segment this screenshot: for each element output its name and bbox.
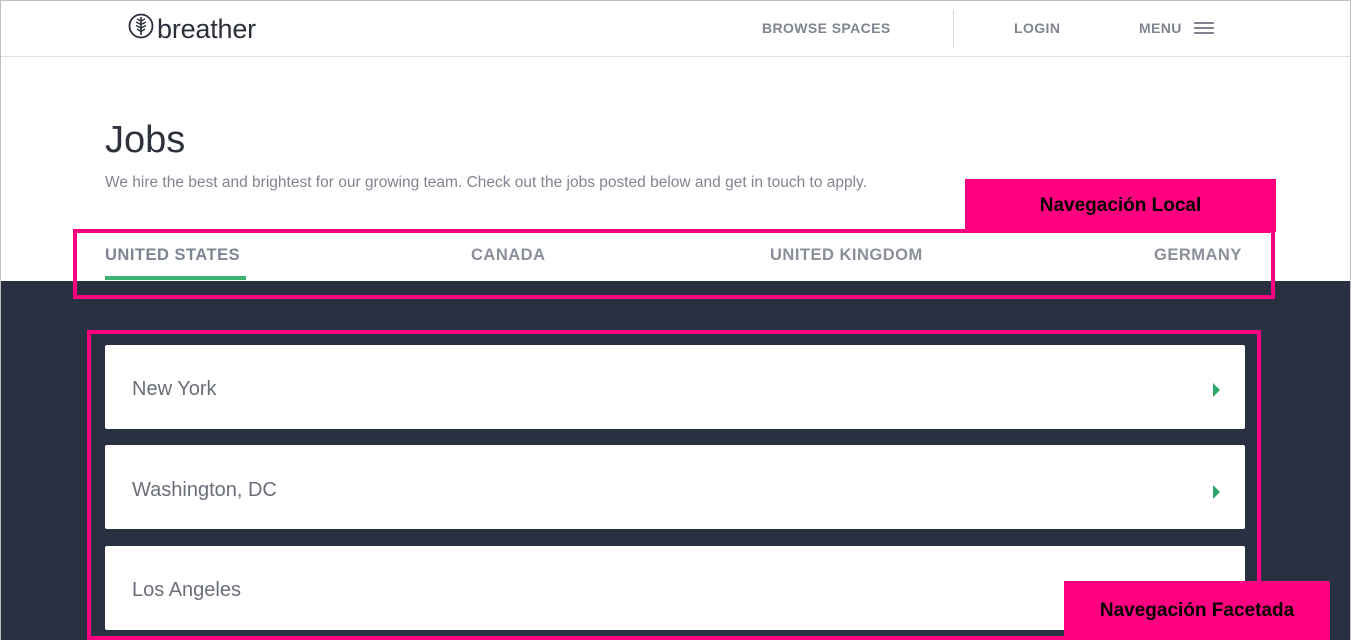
browse-spaces-link[interactable]: BROWSE SPACES bbox=[762, 20, 891, 37]
menu-button[interactable]: MENU bbox=[1139, 20, 1214, 37]
logo-link[interactable]: breather bbox=[128, 13, 256, 44]
page-title: Jobs bbox=[105, 119, 186, 161]
tree-leaf-icon bbox=[128, 13, 154, 44]
login-link[interactable]: LOGIN bbox=[1014, 20, 1060, 37]
site-header: breather BROWSE SPACES LOGIN MENU bbox=[0, 0, 1351, 57]
page-subtitle: We hire the best and brightest for our g… bbox=[105, 174, 867, 191]
local-navigation-highlight bbox=[73, 229, 1275, 299]
faceted-navigation-annotation: Navegación Facetada bbox=[1064, 581, 1330, 640]
logo-text: breather bbox=[157, 13, 256, 44]
local-navigation-annotation: Navegación Local bbox=[965, 179, 1276, 232]
nav-divider bbox=[953, 10, 954, 48]
hamburger-icon bbox=[1193, 22, 1214, 35]
menu-label: MENU bbox=[1139, 20, 1182, 36]
